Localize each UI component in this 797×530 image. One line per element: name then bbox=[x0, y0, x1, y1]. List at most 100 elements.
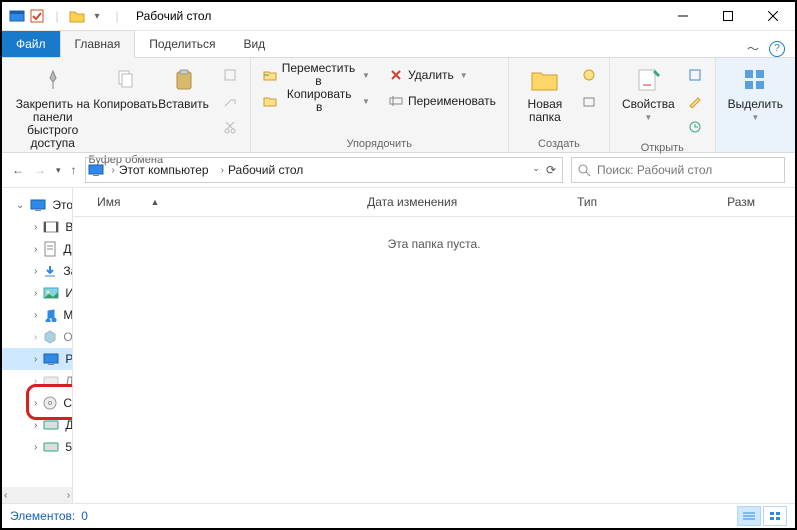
ribbon: Закрепить на панели быстрого доступа Коп… bbox=[2, 58, 795, 153]
expand-icon[interactable]: › bbox=[34, 310, 37, 321]
sidebar-item-pictures[interactable]: ›Изображения bbox=[2, 282, 72, 304]
status-items-label: Элементов: bbox=[10, 509, 75, 523]
paste-shortcut-button[interactable] bbox=[218, 88, 242, 114]
easy-access-icon bbox=[581, 93, 597, 109]
copy-path-button[interactable] bbox=[218, 62, 242, 88]
copy-button[interactable]: Копировать bbox=[98, 62, 154, 113]
expand-icon[interactable]: › bbox=[34, 376, 37, 387]
scroll-right-icon[interactable]: › bbox=[67, 490, 70, 501]
expand-icon[interactable]: › bbox=[34, 266, 37, 277]
column-name[interactable]: Имя bbox=[97, 195, 120, 209]
nav-recent-button[interactable]: ▾ bbox=[56, 165, 61, 176]
nav-scrollbar[interactable]: ‹› bbox=[2, 487, 72, 503]
scroll-left-icon[interactable]: ‹ bbox=[4, 490, 7, 501]
edit-icon bbox=[687, 93, 703, 109]
tab-file[interactable]: Файл bbox=[2, 31, 60, 57]
view-details-button[interactable] bbox=[737, 506, 761, 526]
nav-back-button[interactable]: ← bbox=[12, 163, 24, 177]
rename-button[interactable]: Переименовать bbox=[384, 88, 500, 114]
expand-icon[interactable]: › bbox=[34, 288, 37, 299]
expand-icon[interactable]: › bbox=[34, 332, 37, 343]
chevron-down-icon: ▼ bbox=[644, 111, 652, 124]
ribbon-group-label: Создать bbox=[517, 136, 601, 150]
chevron-right-icon: › bbox=[221, 165, 224, 176]
refresh-icon[interactable]: ⟳ bbox=[546, 163, 556, 177]
help-icon[interactable]: ? bbox=[769, 41, 785, 57]
expand-icon[interactable]: › bbox=[34, 222, 37, 233]
close-button[interactable] bbox=[750, 2, 795, 30]
sidebar-item-netdocs[interactable]: ›Документы (\\VBoxSvr bbox=[2, 414, 72, 436]
properties-button[interactable]: Свойства ▼ bbox=[618, 62, 679, 126]
sidebar-item-cddrive[interactable]: ›CD-дисковод (D:) Virtu bbox=[2, 392, 72, 414]
tab-home[interactable]: Главная bbox=[60, 30, 136, 58]
expand-icon[interactable]: › bbox=[34, 354, 37, 365]
qat-dropdown-icon[interactable]: ▾ bbox=[88, 7, 106, 25]
sidebar-item-netdrive[interactable]: ›541A849B1A847C2C (\\ bbox=[2, 436, 72, 458]
sort-asc-icon[interactable]: ▲ bbox=[150, 197, 159, 207]
sidebar-item-videos[interactable]: ›Видео bbox=[2, 216, 72, 238]
nav-up-button[interactable]: ↑ bbox=[71, 163, 77, 177]
sidebar-item-3d[interactable]: ›Объемные объекты bbox=[2, 326, 72, 348]
properties-icon bbox=[632, 64, 664, 96]
easy-access-button[interactable] bbox=[577, 88, 601, 114]
address-dropdown-icon[interactable]: ⌄ bbox=[532, 163, 540, 177]
cut-button[interactable] bbox=[218, 114, 242, 140]
breadcrumb-segment[interactable]: ›Рабочий стол bbox=[217, 163, 308, 177]
new-item-button[interactable] bbox=[577, 62, 601, 88]
delete-button[interactable]: Удалить▼ bbox=[384, 62, 500, 88]
ribbon-collapse-icon[interactable]: 〜 bbox=[747, 40, 759, 57]
app-icon bbox=[8, 7, 26, 25]
search-input[interactable]: Поиск: Рабочий стол bbox=[571, 157, 785, 183]
expand-icon[interactable]: › bbox=[34, 420, 37, 431]
sidebar-item-desktop[interactable]: ›Рабочий стол bbox=[2, 348, 72, 370]
chevron-down-icon: ▼ bbox=[460, 69, 468, 82]
edit-button[interactable] bbox=[683, 88, 707, 114]
cube-icon bbox=[43, 329, 57, 345]
new-folder-icon bbox=[529, 64, 561, 96]
chevron-down-icon: ▼ bbox=[362, 69, 370, 82]
pin-quick-access-button[interactable]: Закрепить на панели быстрого доступа bbox=[10, 62, 96, 152]
minimize-button[interactable] bbox=[660, 2, 705, 30]
address-bar[interactable]: ›Этот компьютер ›Рабочий стол ⌄ ⟳ bbox=[85, 157, 563, 183]
copy-to-button[interactable]: Копировать в▼ bbox=[259, 88, 374, 114]
ribbon-group-label: Упорядочить bbox=[259, 136, 500, 150]
select-button[interactable]: Выделить ▼ bbox=[724, 62, 787, 126]
nav-root-this-pc[interactable]: ⌄ Этот компьютер bbox=[2, 194, 72, 216]
column-size[interactable]: Разм bbox=[727, 195, 795, 209]
open-icon bbox=[687, 67, 703, 83]
history-button[interactable] bbox=[683, 114, 707, 140]
breadcrumb-segment[interactable]: ›Этот компьютер bbox=[108, 163, 213, 177]
new-folder-button[interactable]: Новая папка bbox=[517, 62, 573, 126]
column-type[interactable]: Тип bbox=[577, 195, 727, 209]
ribbon-group-clipboard: Закрепить на панели быстрого доступа Коп… bbox=[2, 58, 251, 152]
copy-path-icon bbox=[222, 67, 238, 83]
sidebar-item-documents[interactable]: ›Документы bbox=[2, 238, 72, 260]
maximize-button[interactable] bbox=[705, 2, 750, 30]
sidebar-item-music[interactable]: ›Музыка bbox=[2, 304, 72, 326]
shortcut-icon bbox=[222, 93, 238, 109]
column-headers[interactable]: Имя ▲ Дата изменения Тип Разм bbox=[73, 188, 795, 217]
network-drive-icon bbox=[43, 439, 59, 455]
tab-share[interactable]: Поделиться bbox=[135, 31, 229, 57]
nav-forward-button[interactable]: → bbox=[34, 163, 46, 177]
status-bar: Элементов: 0 bbox=[2, 503, 795, 528]
expand-icon[interactable]: › bbox=[34, 244, 37, 255]
expand-icon[interactable]: › bbox=[34, 398, 37, 409]
move-to-button[interactable]: Переместить в▼ bbox=[259, 62, 374, 88]
copy-icon bbox=[110, 64, 142, 96]
address-bar-row: ← → ▾ ↑ ›Этот компьютер ›Рабочий стол ⌄ … bbox=[2, 153, 795, 188]
qat-separator: | bbox=[48, 7, 66, 25]
column-date[interactable]: Дата изменения bbox=[367, 195, 577, 209]
qat-checkbox-icon[interactable] bbox=[28, 7, 46, 25]
collapse-icon[interactable]: ⌄ bbox=[16, 200, 24, 211]
expand-icon[interactable]: › bbox=[34, 442, 37, 453]
sidebar-item-localdisk[interactable]: ›Локальный диск (C:) bbox=[2, 370, 72, 392]
qat-separator: | bbox=[108, 7, 126, 25]
paste-button[interactable]: Вставить bbox=[156, 62, 212, 113]
music-icon bbox=[43, 307, 57, 323]
view-icons-button[interactable] bbox=[763, 506, 787, 526]
open-button[interactable] bbox=[683, 62, 707, 88]
tab-view[interactable]: Вид bbox=[229, 31, 279, 57]
navigation-pane[interactable]: ⌄ Этот компьютер ›Видео ›Документы ›Загр… bbox=[2, 188, 73, 503]
sidebar-item-downloads[interactable]: ›Загрузки bbox=[2, 260, 72, 282]
